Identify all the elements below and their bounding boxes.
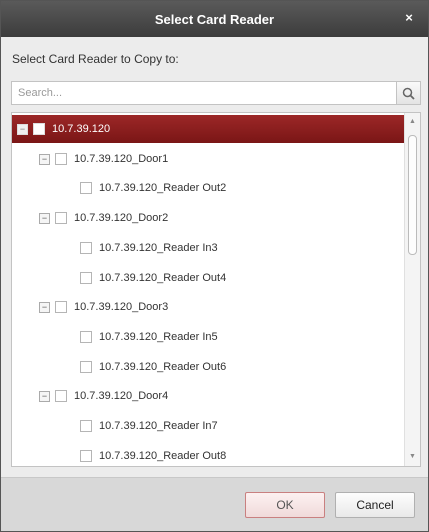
close-icon[interactable]: × [402, 11, 416, 25]
tree-reader-checkbox[interactable] [80, 272, 92, 284]
tree-reader[interactable]: 10.7.39.120_Reader Out8 [12, 442, 404, 466]
tree-door-label: 10.7.39.120_Door2 [74, 212, 169, 224]
tree-door-checkbox[interactable] [55, 390, 67, 402]
tree-door-checkbox[interactable] [55, 212, 67, 224]
tree-reader-label: 10.7.39.120_Reader Out4 [99, 272, 227, 284]
tree-door-label: 10.7.39.120_Door3 [74, 301, 169, 313]
tree-reader-checkbox[interactable] [80, 450, 92, 462]
dialog-titlebar: Select Card Reader × [1, 1, 428, 37]
search-button[interactable] [397, 81, 421, 105]
tree-reader[interactable]: 10.7.39.120_Reader In7 [12, 412, 404, 440]
dialog-footer: OK Cancel [1, 477, 428, 531]
dialog-prompt: Select Card Reader to Copy to: [12, 52, 179, 66]
cancel-button[interactable]: Cancel [335, 492, 415, 518]
tree-door-checkbox[interactable] [55, 153, 67, 165]
tree-root-label: 10.7.39.120 [52, 123, 111, 135]
search-icon [402, 87, 415, 100]
tree-reader[interactable]: 10.7.39.120_Reader Out2 [12, 174, 404, 202]
collapse-icon[interactable]: − [39, 153, 50, 165]
tree-door[interactable]: − 10.7.39.120_Door2 [12, 204, 404, 232]
collapse-icon[interactable]: − [17, 123, 28, 135]
scroll-down-icon[interactable]: ▼ [405, 450, 420, 464]
tree-reader[interactable]: 10.7.39.120_Reader Out6 [12, 353, 404, 381]
dialog-title: Select Card Reader [154, 11, 275, 27]
tree-reader-label: 10.7.39.120_Reader Out6 [99, 361, 227, 373]
tree-door[interactable]: − 10.7.39.120_Door4 [12, 382, 404, 410]
collapse-icon[interactable]: − [39, 301, 50, 313]
tree-reader-checkbox[interactable] [80, 420, 92, 432]
tree-reader[interactable]: 10.7.39.120_Reader In5 [12, 323, 404, 351]
tree-reader-label: 10.7.39.120_Reader In5 [99, 331, 218, 343]
scroll-up-icon[interactable]: ▲ [405, 115, 420, 129]
tree-door[interactable]: − 10.7.39.120_Door1 [12, 145, 404, 173]
card-reader-tree: ▲ ▼ − 10.7.39.120 − 10.7.39.120_Door1 10.7.3… [11, 112, 421, 467]
tree-reader-checkbox[interactable] [80, 361, 92, 373]
ok-button[interactable]: OK [245, 492, 325, 518]
tree-reader-checkbox[interactable] [80, 182, 92, 194]
tree-reader[interactable]: 10.7.39.120_Reader In3 [12, 234, 404, 262]
tree-reader-label: 10.7.39.120_Reader In7 [99, 420, 218, 432]
tree-reader[interactable]: 10.7.39.120_Reader Out4 [12, 264, 404, 292]
tree-reader-label: 10.7.39.120_Reader In3 [99, 242, 218, 254]
tree-door[interactable]: − 10.7.39.120_Door3 [12, 293, 404, 321]
tree-reader-checkbox[interactable] [80, 242, 92, 254]
tree-root[interactable]: − 10.7.39.120 [12, 115, 404, 143]
search-input[interactable] [11, 81, 397, 105]
tree-root-checkbox[interactable] [33, 123, 45, 135]
tree-scrollbar[interactable]: ▲ ▼ [404, 113, 420, 466]
tree-reader-checkbox[interactable] [80, 331, 92, 343]
dialog-body: Select Card Reader to Copy to: ▲ ▼ − 10.7… [1, 37, 428, 477]
collapse-icon[interactable]: − [39, 390, 50, 402]
tree-reader-label: 10.7.39.120_Reader Out8 [99, 450, 227, 462]
tree-reader-label: 10.7.39.120_Reader Out2 [99, 182, 227, 194]
scroll-thumb[interactable] [408, 135, 417, 255]
collapse-icon[interactable]: − [39, 212, 50, 224]
select-card-reader-dialog: Select Card Reader × Select Card Reader … [0, 0, 429, 532]
tree-door-checkbox[interactable] [55, 301, 67, 313]
tree-door-label: 10.7.39.120_Door1 [74, 153, 169, 165]
search-bar [11, 81, 421, 105]
tree-door-label: 10.7.39.120_Door4 [74, 390, 169, 402]
